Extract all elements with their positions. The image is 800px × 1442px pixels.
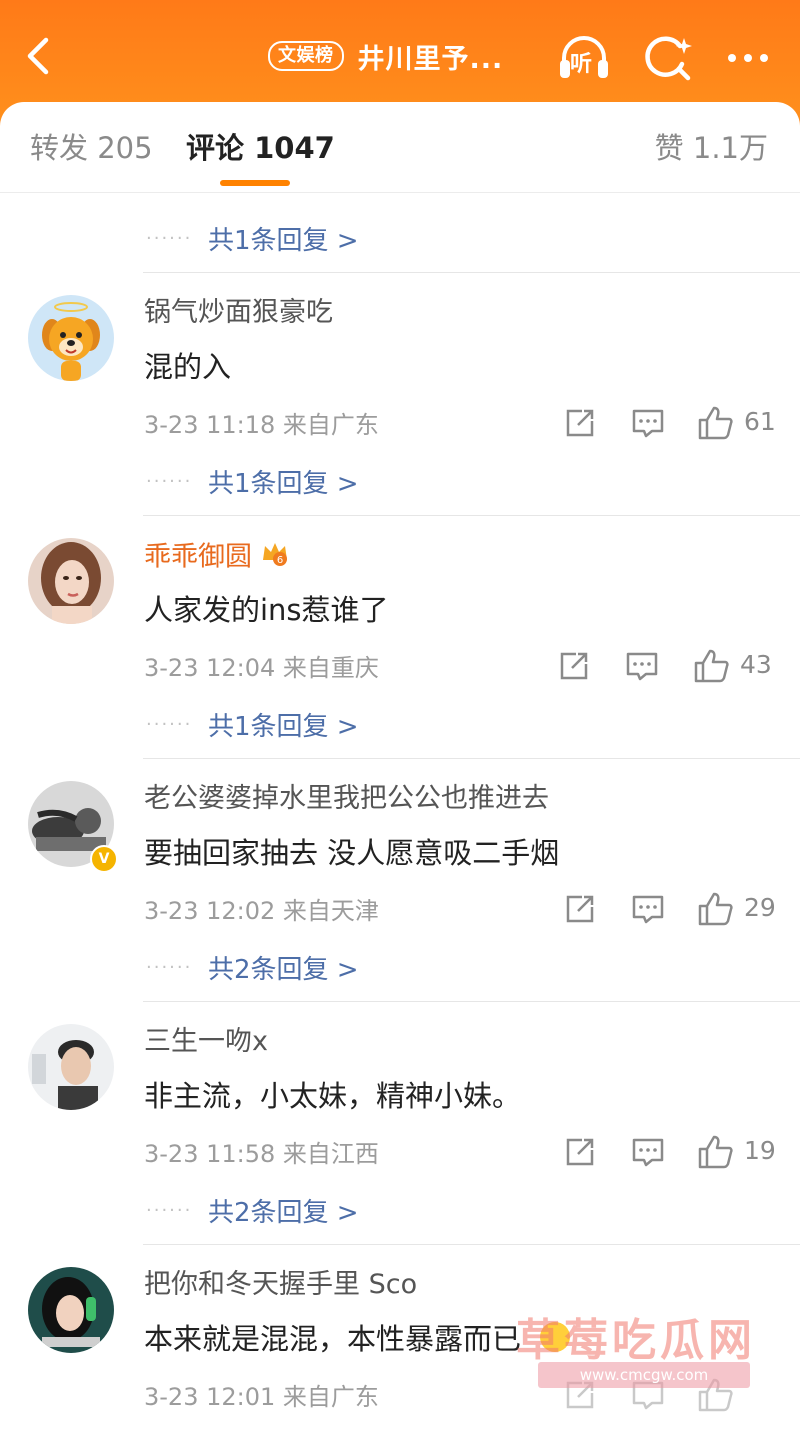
username[interactable]: 乖乖御圆 6 [144,538,290,578]
share-button[interactable] [560,1132,600,1172]
username[interactable]: 三生一吻x [144,1024,268,1060]
thumbs-up-icon [698,892,733,926]
thumbs-up-icon [698,406,733,440]
reply-button[interactable] [628,1132,668,1172]
dots-icon: ······ [146,227,193,249]
view-replies-link[interactable]: 共2条回复 > [208,1192,359,1229]
view-replies-link[interactable]: 共1条回复 > [208,220,359,257]
view-replies-row[interactable]: ······ 共1条回复 > [146,690,800,758]
verified-badge-icon: V [90,845,118,873]
share-icon [566,1138,594,1166]
watermark-url: www.cmcgw.com [538,1362,750,1388]
woman-photo-avatar-icon [28,538,114,624]
listen-button[interactable]: 听 [556,30,612,86]
tab-bar: 转发 205 评论 1047 赞 1.1万 [0,102,800,193]
dots-icon: ······ [146,470,193,492]
like-button[interactable] [696,889,736,929]
thumbs-up-icon [694,649,729,683]
like-count: 61 [744,407,776,436]
view-replies-link[interactable]: 共2条回复 > [208,949,359,986]
comment-meta: 3-23 12:02 来自天津 [144,897,379,925]
active-tab-indicator [220,180,290,186]
comment-icon [632,895,664,924]
comment-icon [626,652,658,681]
avatar[interactable] [28,1267,114,1353]
thumbs-up-icon [698,1135,733,1169]
tab-repost[interactable]: 转发 205 [30,130,153,166]
comment-icon [632,409,664,438]
share-icon [560,652,588,680]
view-replies-link[interactable]: 共1条回复 > [208,706,359,743]
anime-girl-avatar-icon [28,1267,114,1353]
search-icon [645,36,692,81]
cartoon-dog-avatar-icon [28,295,114,381]
dots-icon: ······ [146,713,193,735]
share-button[interactable] [560,403,600,443]
tab-likes[interactable]: 赞 1.1万 [655,130,768,166]
avatar[interactable] [28,295,114,381]
avatar[interactable] [28,1024,114,1110]
share-icon [566,409,594,437]
comment-meta: 3-23 12:01 来自广东 [144,1383,379,1411]
comment-text: 混的入 [144,350,232,384]
post-title: 井川里予... [357,43,504,75]
view-replies-row[interactable]: ······ 共1条回复 > [146,204,800,272]
search-button[interactable] [640,30,696,86]
comment-text: 本来就是混混，本性暴露而已 [144,1322,522,1356]
chevron-left-icon [27,37,49,75]
share-button[interactable] [560,889,600,929]
view-replies-row[interactable]: ······ 共1条回复 > [146,447,800,515]
comment-item: 乖乖御圆 6 人家发的ins惹谁了 3-23 12:04 来自重庆 43 [0,516,800,690]
listen-label: 听 [570,52,593,77]
like-count: 29 [744,893,776,922]
comment-meta: 3-23 11:18 来自广东 [144,411,379,439]
comment-text: 要抽回家抽去 没人愿意吸二手烟 [144,836,560,870]
vip-crown-icon: 6 [260,538,290,578]
comment-item: V 老公婆婆掉水里我把公公也推进去 要抽回家抽去 没人愿意吸二手烟 3-23 1… [0,759,800,933]
share-button[interactable] [554,646,594,686]
comment-meta: 3-23 12:04 来自重庆 [144,654,379,682]
comment-list: ······ 共1条回复 > 锅气炒面狠豪吃 混的入 3-23 11:18 来自… [0,192,800,1419]
reply-button[interactable] [628,403,668,443]
man-portrait-avatar-icon [28,1024,114,1110]
entertainment-rank-badge: 文娱榜 [268,41,344,71]
view-replies-row[interactable]: ······ 共2条回复 > [146,1176,800,1244]
username[interactable]: 锅气炒面狠豪吃 [144,295,333,331]
comment-text: 人家发的ins惹谁了 [144,593,389,627]
like-button[interactable] [696,1132,736,1172]
username-text: 乖乖御圆 [144,541,252,573]
comment-icon [632,1138,664,1167]
tab-comments[interactable]: 评论 1047 [186,130,335,166]
like-count: 19 [744,1136,776,1165]
comment-item: 锅气炒面狠豪吃 混的入 3-23 11:18 来自广东 61 [0,273,800,447]
like-count: 43 [740,650,772,679]
comments-sheet: 转发 205 评论 1047 赞 1.1万 ······ 共1条回复 > 锅气炒… [0,102,800,1442]
reply-button[interactable] [622,646,662,686]
more-button[interactable] [722,30,778,86]
view-replies-row[interactable]: ······ 共2条回复 > [146,933,800,1001]
comment-meta: 3-23 11:58 来自江西 [144,1140,379,1168]
dots-icon: ······ [146,956,193,978]
back-button[interactable] [20,32,60,80]
reply-button[interactable] [628,889,668,929]
username[interactable]: 把你和冬天握手里 Sco [144,1267,417,1303]
view-replies-link[interactable]: 共1条回复 > [208,463,359,500]
svg-text:6: 6 [277,555,283,566]
share-icon [566,895,594,923]
dots-icon: ······ [146,1199,193,1221]
like-button[interactable] [692,646,732,686]
comment-text: 非主流，小太妹，精神小妹。 [144,1079,522,1113]
username[interactable]: 老公婆婆掉水里我把公公也推进去 [144,781,549,817]
watermark-text: 草莓吃瓜网 [516,1315,756,1366]
comment-item: 三生一吻x 非主流，小太妹，精神小妹。 3-23 11:58 来自江西 19 [0,1002,800,1176]
topic-title[interactable]: 文娱榜 井川里予... [268,36,503,76]
avatar[interactable] [28,538,114,624]
like-button[interactable] [696,403,736,443]
more-dots-icon [728,54,768,62]
